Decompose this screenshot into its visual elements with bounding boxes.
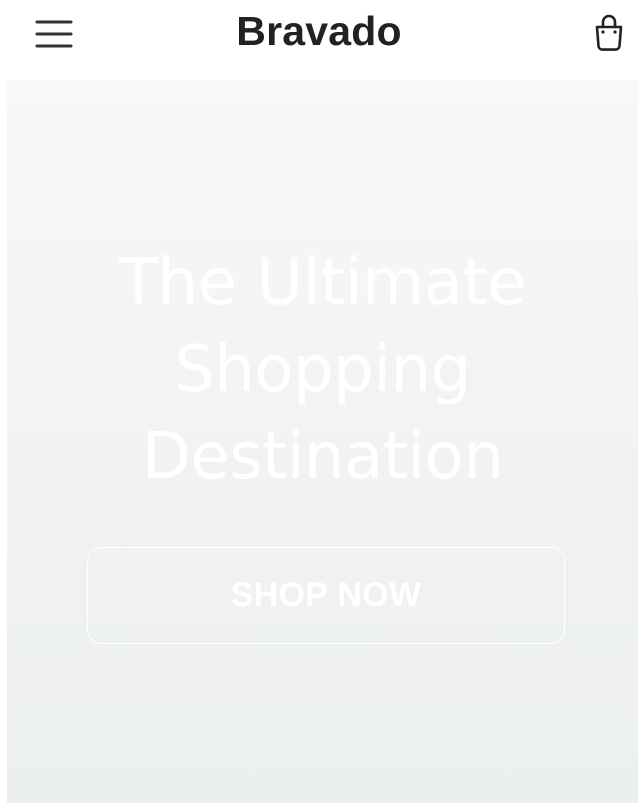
cart-button[interactable] <box>585 10 633 56</box>
hero-title-line: The Ultimate <box>119 246 526 320</box>
hero-title-line: Shopping <box>174 333 471 407</box>
hero-title: The Ultimate Shopping Destination <box>7 240 638 501</box>
hero-title-line: Destination <box>141 420 504 494</box>
shopping-bag-icon <box>595 14 623 51</box>
shop-now-button[interactable]: SHOP NOW <box>87 547 565 644</box>
site-header: Bravado <box>0 0 638 80</box>
hero-banner: The Ultimate Shopping Destination SHOP N… <box>7 80 638 803</box>
brand-logo[interactable]: Bravado <box>0 8 638 54</box>
